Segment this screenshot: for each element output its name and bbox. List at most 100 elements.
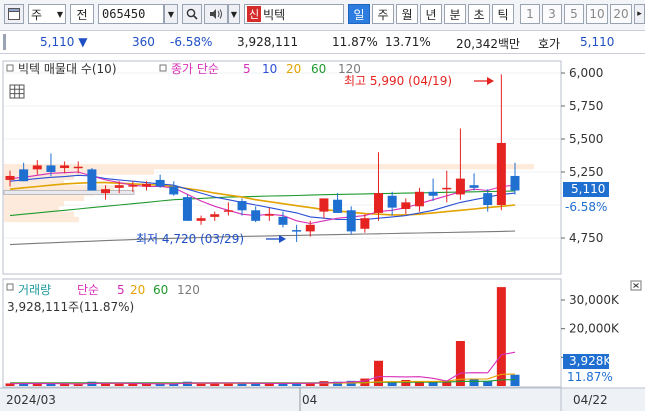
window-icon[interactable] xyxy=(4,4,24,24)
stock-name: 빅텍 xyxy=(263,7,286,22)
candle-body xyxy=(237,201,247,211)
volume-bar xyxy=(264,383,274,386)
candle-body xyxy=(32,165,42,170)
vol-ma120-legend: 120 xyxy=(177,283,200,297)
hoga-label: 호가 xyxy=(538,37,561,51)
candle-body xyxy=(5,175,15,180)
volume-bar xyxy=(278,383,288,386)
candle-body xyxy=(346,210,356,232)
sin-badge: 신 xyxy=(247,6,262,22)
panel-close-icon[interactable] xyxy=(630,280,642,291)
price-panel-title: 빅텍 매물대 수(10) xyxy=(18,62,117,76)
volume-bar xyxy=(469,378,479,386)
minute-20-button[interactable]: 20 xyxy=(610,4,632,24)
price-tick-label: 5,500 xyxy=(569,132,603,146)
price-y-axis: 6,000 5,750 5,500 5,250 4,750 xyxy=(561,66,603,245)
volume-legend-marker-icon xyxy=(6,283,14,291)
grid-toggle-icon[interactable] xyxy=(9,84,25,99)
candle-body xyxy=(360,218,370,229)
more-options-button[interactable]: ▸ xyxy=(634,4,645,24)
candlestick-chart[interactable]: 6,000 5,750 5,500 5,250 4,750 30,000K 20,000K… xyxy=(0,58,645,411)
candle-body xyxy=(319,198,329,212)
volume-ratio: 11.87% xyxy=(332,35,378,49)
candle-body xyxy=(169,186,179,195)
candle-body xyxy=(428,191,438,196)
candle-body xyxy=(223,210,233,212)
volume-bar xyxy=(510,374,520,386)
ma60-legend: 60 xyxy=(311,62,326,76)
price-tick-label: 5,250 xyxy=(569,165,603,179)
speaker-dropdown-icon[interactable]: ▼ xyxy=(228,4,240,24)
stock-name-field[interactable]: 신 빅텍 xyxy=(244,4,344,24)
period-tick-tab[interactable]: 틱 xyxy=(492,4,514,24)
candle-body xyxy=(196,218,206,221)
x-label-month: 04 xyxy=(302,393,317,407)
price-value: 5,110 xyxy=(40,35,75,49)
volume-panel-title: 거래량 xyxy=(18,283,51,297)
x-label-current-date: 04/22 xyxy=(573,393,608,407)
minute-10-button[interactable]: 10 xyxy=(586,4,608,24)
candle-body xyxy=(60,165,70,169)
stock-code-input[interactable]: 065450 xyxy=(98,4,164,24)
candle-body xyxy=(305,224,315,232)
minute-3-button[interactable]: 3 xyxy=(542,4,562,24)
minute-5-button[interactable]: 5 xyxy=(564,4,584,24)
current-volume-pct-label: 11.87% xyxy=(567,370,613,384)
candle-body xyxy=(114,185,124,188)
candle-body xyxy=(292,230,302,232)
candle-body xyxy=(155,179,165,187)
candle-body xyxy=(46,165,56,172)
current-price-axis-label: 5,110 xyxy=(571,182,605,196)
candle-body xyxy=(333,199,343,213)
candle-body xyxy=(496,142,506,205)
ma5-legend: 5 xyxy=(243,62,251,76)
ma-legend-marker-icon xyxy=(159,64,167,72)
high-annotation: 최고 5,990 (04/19) xyxy=(344,74,452,88)
ma10-legend: 10 xyxy=(262,62,277,76)
period-second-tab[interactable]: 초 xyxy=(468,4,490,24)
vol-ma5-legend: 5 xyxy=(117,283,125,297)
volume-profile-bar xyxy=(4,164,534,170)
trade-volume: 3,928,111 xyxy=(237,35,299,49)
volume-bar xyxy=(483,381,493,386)
jeon-button[interactable]: 전 xyxy=(70,4,94,24)
low-annotation: 최저 4,720 (03/29) xyxy=(136,232,244,246)
candle-body xyxy=(19,169,29,182)
volume-profile-highlight xyxy=(3,189,135,195)
search-icon[interactable] xyxy=(182,4,202,24)
candle-body xyxy=(401,202,411,209)
period-day-tab[interactable]: 일 xyxy=(348,4,370,24)
period-month-tab[interactable]: 월 xyxy=(396,4,418,24)
candle-body xyxy=(182,197,192,221)
candle-body xyxy=(442,187,452,190)
period-week-tab[interactable]: 주 xyxy=(372,4,394,24)
speaker-icon[interactable] xyxy=(204,4,228,24)
price-tick-label: 6,000 xyxy=(569,66,603,80)
period-year-tab[interactable]: 년 xyxy=(420,4,442,24)
volume-bar xyxy=(128,383,138,386)
period-minute-tab[interactable]: 분 xyxy=(444,4,466,24)
ma20-legend: 20 xyxy=(286,62,301,76)
volume-bar xyxy=(496,287,506,386)
minute-1-button[interactable]: 1 xyxy=(520,4,540,24)
volume-bar xyxy=(46,383,56,386)
volume-info: 3,928,111주(11.87%) xyxy=(7,300,134,314)
candle-body xyxy=(128,185,138,187)
volume-profile-bar xyxy=(4,195,84,202)
volume-tick-label: 30,000K xyxy=(569,293,620,307)
ma-legend-label: 종가 단순 xyxy=(171,62,219,76)
volume-ma-label: 단순 xyxy=(77,283,99,297)
candle-body xyxy=(414,191,424,207)
current-volume-axis-label: 3,928K xyxy=(569,354,612,368)
market-select[interactable]: 주 ▼ xyxy=(28,4,66,24)
x-label-start: 2024/03 xyxy=(6,393,56,407)
price-change-pct: -6.58% xyxy=(170,35,213,49)
code-dropdown-icon[interactable]: ▼ xyxy=(164,4,178,24)
volume-bar xyxy=(114,383,124,386)
candle-body xyxy=(251,210,261,221)
candle-body xyxy=(483,193,493,205)
candle-body xyxy=(141,183,151,187)
x-axis-strip xyxy=(0,388,645,411)
dropdown-icon: ▼ xyxy=(56,9,63,19)
toolbar: 주 ▼ 전 065450 ▼ ▼ 신 빅텍 일 주 월 년 분 초 틱 1 3 … xyxy=(0,0,645,31)
